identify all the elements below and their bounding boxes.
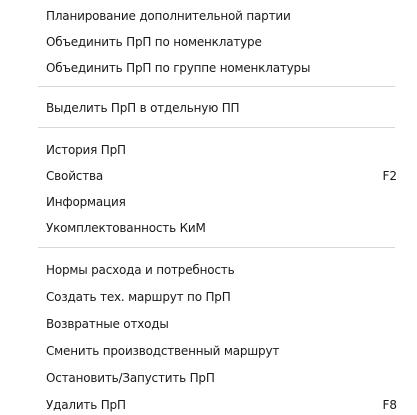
menu-item-change-production-route[interactable]: Сменить производственный маршрут — [0, 338, 417, 364]
menu-item-completeness[interactable]: Укомплектованность КиМ — [0, 215, 417, 241]
menu-item-properties[interactable]: Свойства F2 — [0, 163, 417, 189]
menu-item-label: Объединить ПрП по номенклатуре — [46, 35, 262, 49]
menu-separator — [38, 86, 395, 87]
menu-item-label: Планирование дополнительной партии — [46, 9, 291, 23]
menu-separator — [38, 127, 395, 128]
menu-item-label: Возвратные отходы — [46, 317, 169, 331]
menu-item-label: Объединить ПрП по группе номенклатуры — [46, 61, 311, 75]
menu-item-plan-additional-batch[interactable]: Планирование дополнительной партии — [0, 3, 417, 29]
menu-item-delete[interactable]: Удалить ПрП F8 — [0, 392, 417, 415]
menu-item-create-tech-route[interactable]: Создать тех. маршрут по ПрП — [0, 284, 417, 310]
menu-item-label: Свойства — [46, 169, 104, 183]
menu-separator — [38, 247, 395, 248]
menu-item-label: Выделить ПрП в отдельную ПП — [46, 101, 240, 115]
menu-item-label: Остановить/Запустить ПрП — [46, 371, 215, 385]
menu-item-returnable-waste[interactable]: Возвратные отходы — [0, 311, 417, 337]
menu-item-label: Информация — [46, 195, 126, 209]
menu-item-stop-start[interactable]: Остановить/Запустить ПрП — [0, 365, 417, 391]
menu-item-merge-by-nomenclature-group[interactable]: Объединить ПрП по группе номенклатуры — [0, 55, 417, 81]
menu-item-label: Удалить ПрП — [46, 398, 126, 412]
menu-item-information[interactable]: Информация — [0, 189, 417, 215]
menu-item-label: Создать тех. маршрут по ПрП — [46, 290, 231, 304]
shortcut-label: F8 — [382, 398, 397, 412]
menu-item-label: История ПрП — [46, 143, 126, 157]
menu-item-label: Укомплектованность КиМ — [46, 221, 206, 235]
menu-item-merge-by-nomenclature[interactable]: Объединить ПрП по номенклатуре — [0, 29, 417, 55]
context-menu: Планирование дополнительной партии Объед… — [0, 0, 417, 415]
menu-item-consumption-norms[interactable]: Нормы расхода и потребность — [0, 257, 417, 283]
menu-item-extract-to-separate[interactable]: Выделить ПрП в отдельную ПП — [0, 95, 417, 121]
shortcut-label: F2 — [382, 169, 397, 183]
menu-item-label: Сменить производственный маршрут — [46, 344, 280, 358]
menu-item-history[interactable]: История ПрП — [0, 137, 417, 163]
menu-item-label: Нормы расхода и потребность — [46, 263, 235, 277]
